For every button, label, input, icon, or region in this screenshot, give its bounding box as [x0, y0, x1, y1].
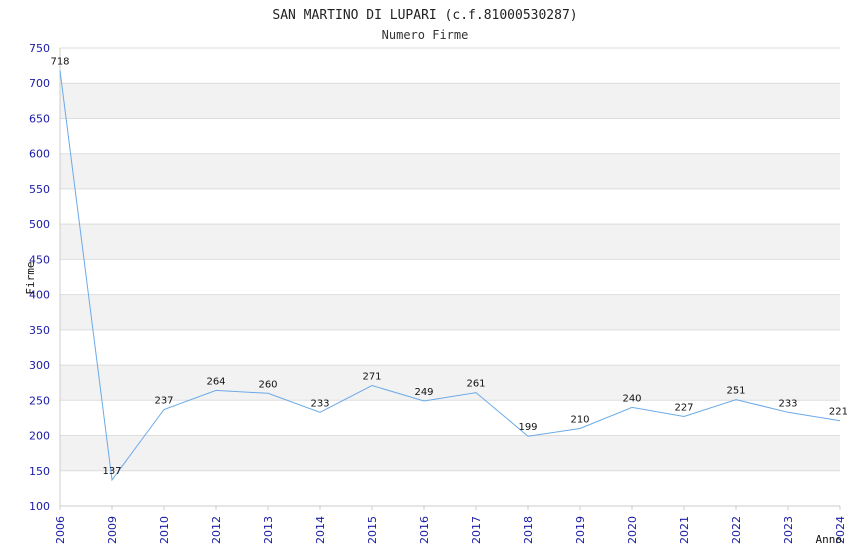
x-tick-label: 2020: [626, 516, 639, 544]
y-tick-label: 150: [29, 465, 50, 478]
background-band: [60, 118, 840, 154]
x-tick-label: 2006: [54, 516, 67, 544]
data-label: 718: [50, 57, 69, 68]
data-label: 240: [622, 393, 641, 404]
data-label: 261: [466, 379, 485, 390]
x-tick-label: 2019: [574, 516, 587, 544]
data-label: 249: [414, 387, 433, 398]
background-band: [60, 435, 840, 471]
background-band: [60, 224, 840, 260]
background-band: [60, 48, 840, 84]
y-tick-label: 350: [29, 324, 50, 337]
data-label: 233: [310, 398, 329, 409]
data-label: 221: [829, 407, 848, 418]
y-tick-label: 100: [29, 500, 50, 513]
x-tick-label: 2017: [470, 516, 483, 544]
y-tick-label: 600: [29, 148, 50, 161]
x-tick-label: 2022: [730, 516, 743, 544]
data-label: 260: [258, 379, 277, 390]
background-bands: [60, 48, 840, 506]
x-tick-labels: 2006 2009 2010 2012 2013 2014 2015 2016 2017 2018…: [54, 506, 847, 544]
data-label: 199: [518, 422, 537, 433]
y-tick-label: 500: [29, 218, 50, 231]
x-axis-label: Anno: [816, 533, 843, 546]
data-label: 237: [154, 395, 173, 406]
chart-title: SAN MARTINO DI LUPARI (c.f.81000530287): [272, 8, 577, 23]
y-tick-label: 700: [29, 77, 50, 90]
data-label: 251: [726, 386, 745, 397]
data-label: 210: [570, 414, 589, 425]
line-chart: 1001502002503003504004505005506006507007…: [24, 8, 848, 546]
x-tick-label: 2015: [366, 516, 379, 544]
x-tick-label: 2021: [678, 516, 691, 544]
y-axis-label: Firme: [24, 261, 37, 294]
background-band: [60, 470, 840, 506]
y-tick-label: 200: [29, 430, 50, 443]
data-label: 233: [778, 398, 797, 409]
y-tick-label: 300: [29, 359, 50, 372]
y-tick-label: 650: [29, 112, 50, 125]
y-tick-label: 250: [29, 394, 50, 407]
y-tick-label: 750: [29, 42, 50, 55]
data-label: 264: [206, 376, 225, 387]
y-tick-label: 550: [29, 183, 50, 196]
background-band: [60, 188, 840, 225]
x-tick-label: 2013: [262, 516, 275, 544]
background-band: [60, 365, 840, 401]
x-tick-label: 2010: [158, 516, 171, 544]
background-band: [60, 400, 840, 436]
chart-subtitle: Numero Firme: [382, 28, 469, 42]
background-band: [60, 294, 840, 330]
background-band: [60, 153, 840, 189]
x-tick-label: 2014: [314, 516, 327, 544]
x-tick-label: 2012: [210, 516, 223, 544]
x-tick-label: 2016: [418, 516, 431, 544]
data-label: 227: [674, 403, 693, 414]
background-band: [60, 329, 840, 366]
data-label: 137: [102, 466, 121, 477]
background-band: [60, 259, 840, 295]
x-tick-label: 2009: [106, 516, 119, 544]
x-tick-label: 2018: [522, 516, 535, 544]
data-label: 271: [362, 372, 381, 383]
x-tick-label: 2023: [782, 516, 795, 544]
background-band: [60, 83, 840, 119]
